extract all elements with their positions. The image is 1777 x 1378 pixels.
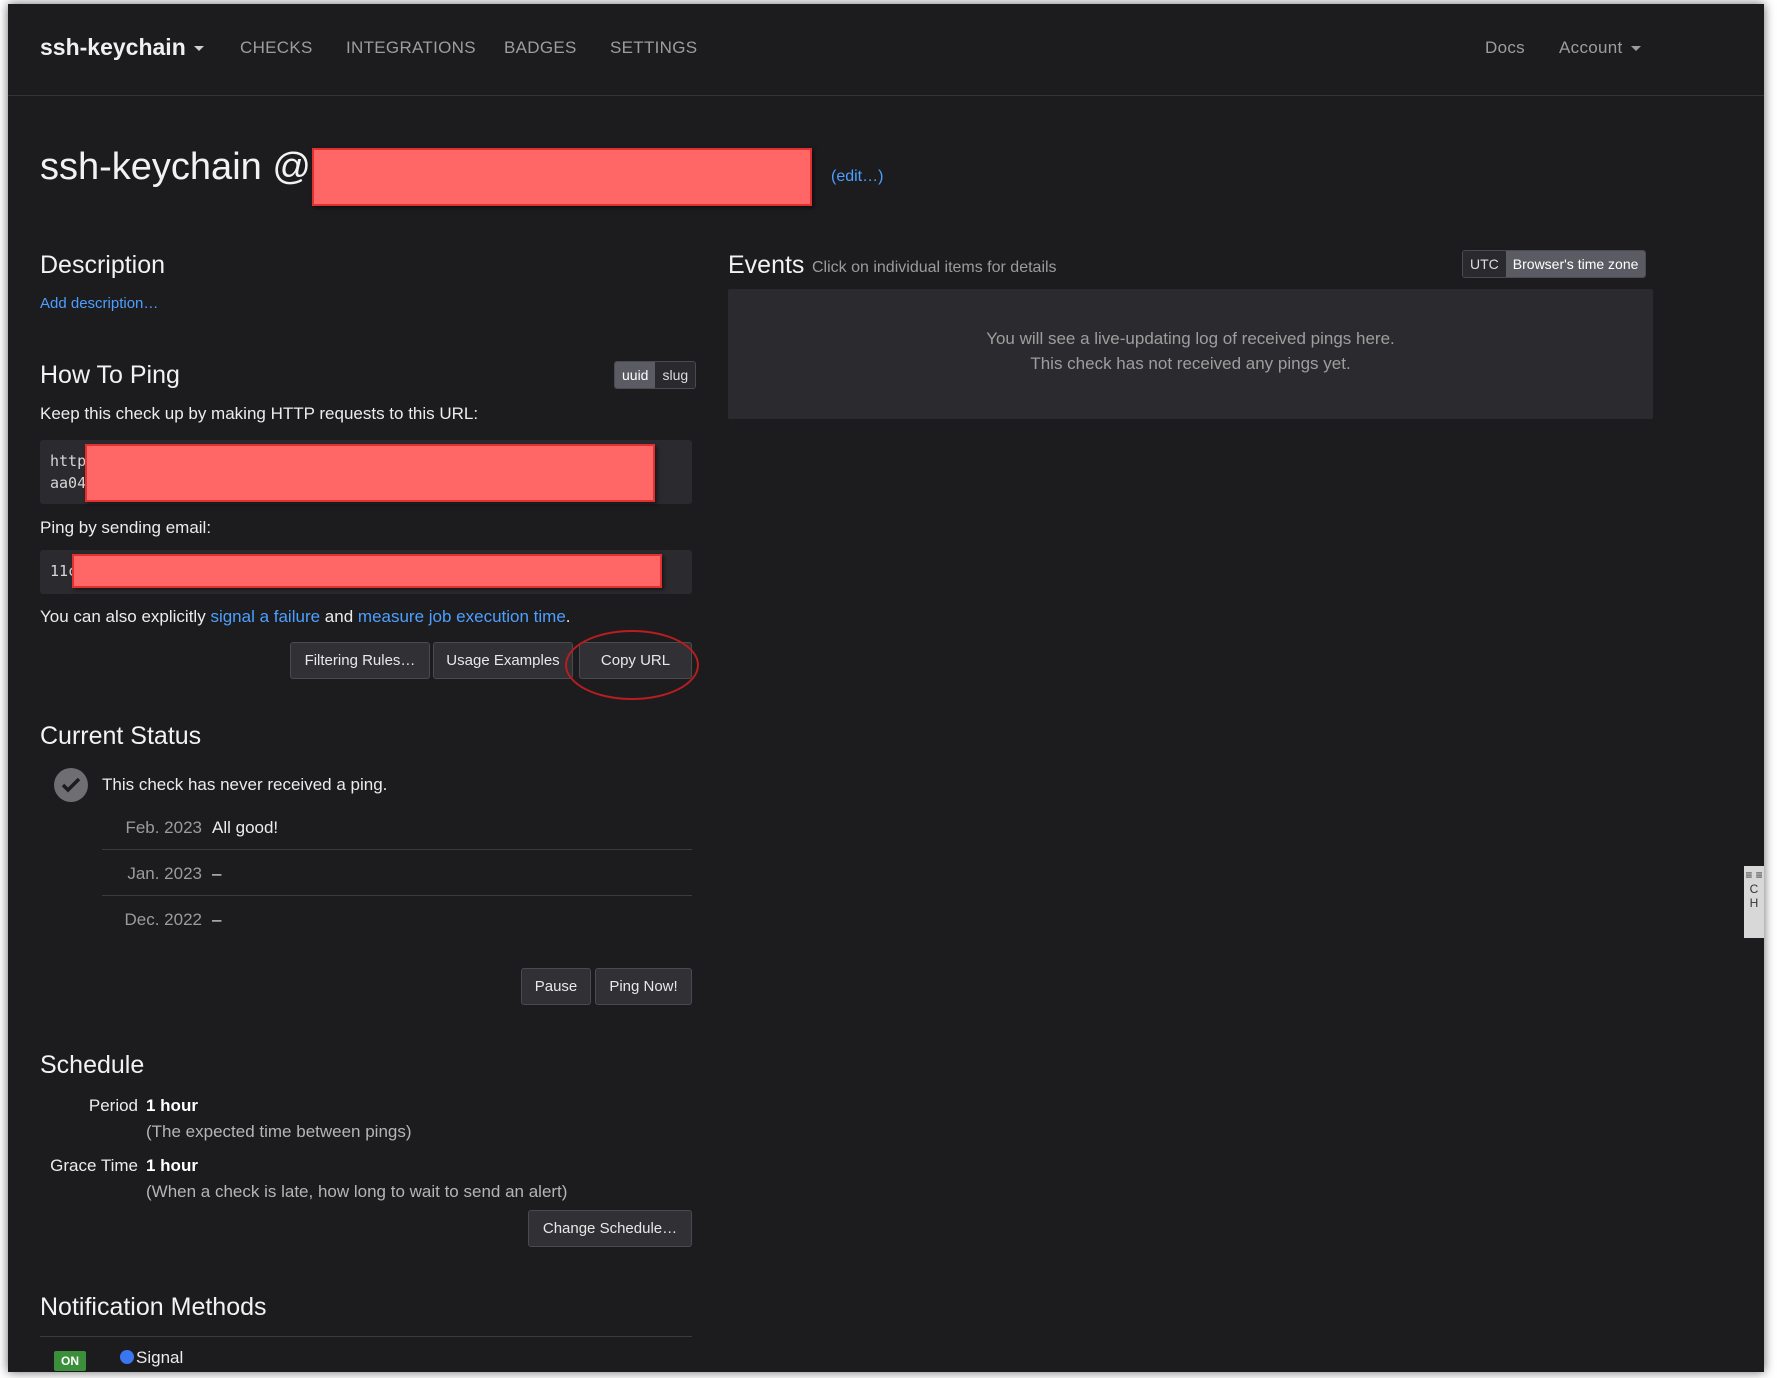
status-value: All good! <box>212 818 279 837</box>
events-log: You will see a live-updating log of rece… <box>728 289 1653 419</box>
grace-value: 1 hour <box>146 1156 198 1175</box>
utc-toggle[interactable]: UTC <box>1463 251 1506 277</box>
status-month: Feb. 2023 <box>125 818 202 837</box>
check-icon <box>54 768 88 802</box>
account-label: Account <box>1559 38 1623 57</box>
email-label: Ping by sending email: <box>40 518 212 537</box>
redaction-url <box>85 444 655 502</box>
signal-icon <box>120 1350 134 1364</box>
timezone-toggle: UTC Browser's time zone <box>1462 250 1647 278</box>
on-toggle[interactable]: ON <box>54 1351 86 1371</box>
status-value: – <box>212 864 222 883</box>
status-row: Jan. 2023 – <box>102 850 692 896</box>
caret-down-icon <box>193 46 204 52</box>
nav-checks[interactable]: CHECKS <box>240 38 313 58</box>
nav-badges[interactable]: BADGES <box>504 38 577 58</box>
browser-tz-toggle[interactable]: Browser's time zone <box>1505 251 1646 277</box>
also-prefix: You can also explicitly <box>40 607 206 626</box>
period-label: Period <box>88 1096 138 1115</box>
grace-note: (When a check is late, how long to wait … <box>146 1182 568 1201</box>
events-heading: Events <box>728 251 805 279</box>
period-value: 1 hour <box>146 1096 198 1115</box>
current-status-heading: Current Status <box>40 722 202 750</box>
signal-label: Signal <box>136 1348 184 1367</box>
uuid-toggle[interactable]: uuid <box>615 362 656 388</box>
usage-examples-button[interactable]: Usage Examples <box>433 642 573 679</box>
caret-down-icon <box>1630 46 1641 52</box>
slug-toggle[interactable]: slug <box>655 362 696 388</box>
events-hint: Click on individual items for details <box>812 259 1057 276</box>
add-description-link[interactable]: Add description… <box>40 295 158 312</box>
events-empty-line2: This check has not received any pings ye… <box>1030 354 1351 373</box>
and-text: and <box>324 607 354 626</box>
ping-now-button[interactable]: Ping Now! <box>595 968 692 1005</box>
schedule-heading: Schedule <box>40 1051 145 1079</box>
nav-settings[interactable]: SETTINGS <box>610 38 697 58</box>
redaction-title <box>312 148 812 206</box>
pause-button[interactable]: Pause <box>521 968 591 1005</box>
redaction-email <box>72 554 662 588</box>
title-prefix: ssh-keychain @ <box>40 146 311 188</box>
url-format-toggle: uuid slug <box>614 361 697 389</box>
nav-integrations[interactable]: INTEGRATIONS <box>346 38 476 58</box>
filtering-rules-button[interactable]: Filtering Rules… <box>290 642 430 679</box>
brand-label: ssh-keychain <box>40 34 186 60</box>
ping-intro-text: Keep this check up by making HTTP reques… <box>40 404 479 423</box>
highlight-circle <box>565 630 699 700</box>
description-heading: Description <box>40 251 166 279</box>
status-value: – <box>212 910 222 929</box>
measure-time-link[interactable]: measure job execution time <box>358 607 566 626</box>
project-switcher[interactable]: ssh-keychain <box>40 34 204 61</box>
side-tab[interactable]: ≡ ≡ C H <box>1744 866 1764 938</box>
nav-docs[interactable]: Docs <box>1485 38 1525 58</box>
how-to-ping-heading: How To Ping <box>40 361 180 389</box>
signal-failure-link[interactable]: signal a failure <box>210 607 320 626</box>
change-schedule-button[interactable]: Change Schedule… <box>528 1210 692 1247</box>
app-window: ssh-keychain CHECKS INTEGRATIONS BADGES … <box>8 4 1764 1372</box>
edit-name-link[interactable]: (edit…) <box>831 168 883 186</box>
page-title: ssh-keychain @ <box>40 146 311 189</box>
events-empty-line1: You will see a live-updating log of rece… <box>986 329 1395 348</box>
status-row: Dec. 2022 – <box>102 896 692 942</box>
status-row: Feb. 2023 All good! <box>102 804 692 850</box>
account-menu[interactable]: Account <box>1559 38 1641 58</box>
divider <box>40 1336 692 1337</box>
notification-methods-heading: Notification Methods <box>40 1293 267 1321</box>
navbar: ssh-keychain CHECKS INTEGRATIONS BADGES … <box>8 4 1764 96</box>
period-text: . <box>565 607 571 626</box>
ping-options-text: You can also explicitly signal a failure… <box>40 607 571 627</box>
status-message: This check has never received a ping. <box>102 775 388 794</box>
period-note: (The expected time between pings) <box>146 1122 412 1141</box>
status-month: Jan. 2023 <box>127 864 202 883</box>
grace-label: Grace Time <box>50 1156 138 1175</box>
status-month: Dec. 2022 <box>124 910 203 929</box>
